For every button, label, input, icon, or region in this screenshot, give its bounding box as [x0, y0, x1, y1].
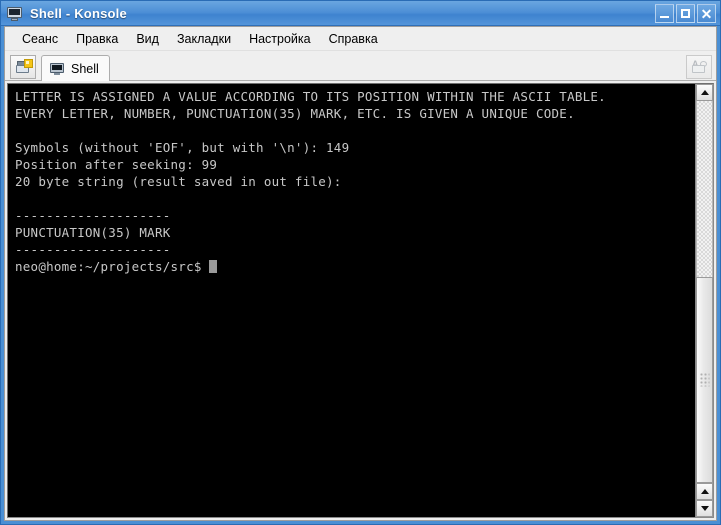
scroll-up-button-bottom[interactable] [696, 483, 713, 500]
menu-item-help[interactable]: Справка [320, 30, 387, 48]
terminal-output: LETTER IS ASSIGNED A VALUE ACCORDING TO … [15, 89, 606, 274]
detach-session-button[interactable]: A [686, 55, 712, 79]
client-area: Сеанс Правка Вид Закладки Настройка Спра… [4, 26, 717, 521]
tab-bar: Shell A [5, 51, 716, 81]
new-session-button[interactable] [10, 55, 36, 79]
konsole-window: Shell - Konsole ✕ Сеанс Правка Вид Закла… [0, 0, 721, 525]
minimize-icon [660, 15, 669, 18]
scrollbar-grip-icon [700, 373, 709, 387]
maximize-icon [681, 9, 690, 18]
scrollbar-trough-top[interactable] [696, 101, 713, 277]
menu-item-bookmarks[interactable]: Закладки [168, 30, 240, 48]
tab-label: Shell [71, 61, 99, 76]
close-button[interactable]: ✕ [697, 4, 716, 23]
terminal-monitor-icon [6, 6, 23, 22]
vertical-scrollbar[interactable] [695, 84, 713, 517]
terminal-cursor [209, 260, 218, 273]
arrow-up-icon-bottom [700, 489, 709, 494]
menu-item-edit[interactable]: Правка [67, 30, 127, 48]
window-title: Shell - Konsole [30, 6, 127, 21]
arrow-down-icon [700, 506, 709, 511]
menu-item-settings[interactable]: Настройка [240, 30, 320, 48]
tab-shell[interactable]: Shell [41, 55, 110, 81]
title-bar[interactable]: Shell - Konsole ✕ [1, 1, 720, 26]
scroll-down-button[interactable] [696, 500, 713, 517]
menu-bar: Сеанс Правка Вид Закладки Настройка Спра… [5, 27, 716, 51]
terminal-frame: LETTER IS ASSIGNED A VALUE ACCORDING TO … [7, 83, 714, 518]
close-icon: ✕ [700, 5, 713, 22]
terminal-icon [49, 62, 65, 76]
terminal-view[interactable]: LETTER IS ASSIGNED A VALUE ACCORDING TO … [8, 84, 695, 517]
scrollbar-thumb[interactable] [696, 277, 713, 483]
window-controls: ✕ [655, 4, 718, 23]
maximize-button[interactable] [676, 4, 695, 23]
minimize-button[interactable] [655, 4, 674, 23]
arrow-up-icon [700, 90, 709, 95]
scroll-up-button[interactable] [696, 84, 713, 101]
menu-item-view[interactable]: Вид [127, 30, 168, 48]
menu-item-session[interactable]: Сеанс [13, 30, 67, 48]
